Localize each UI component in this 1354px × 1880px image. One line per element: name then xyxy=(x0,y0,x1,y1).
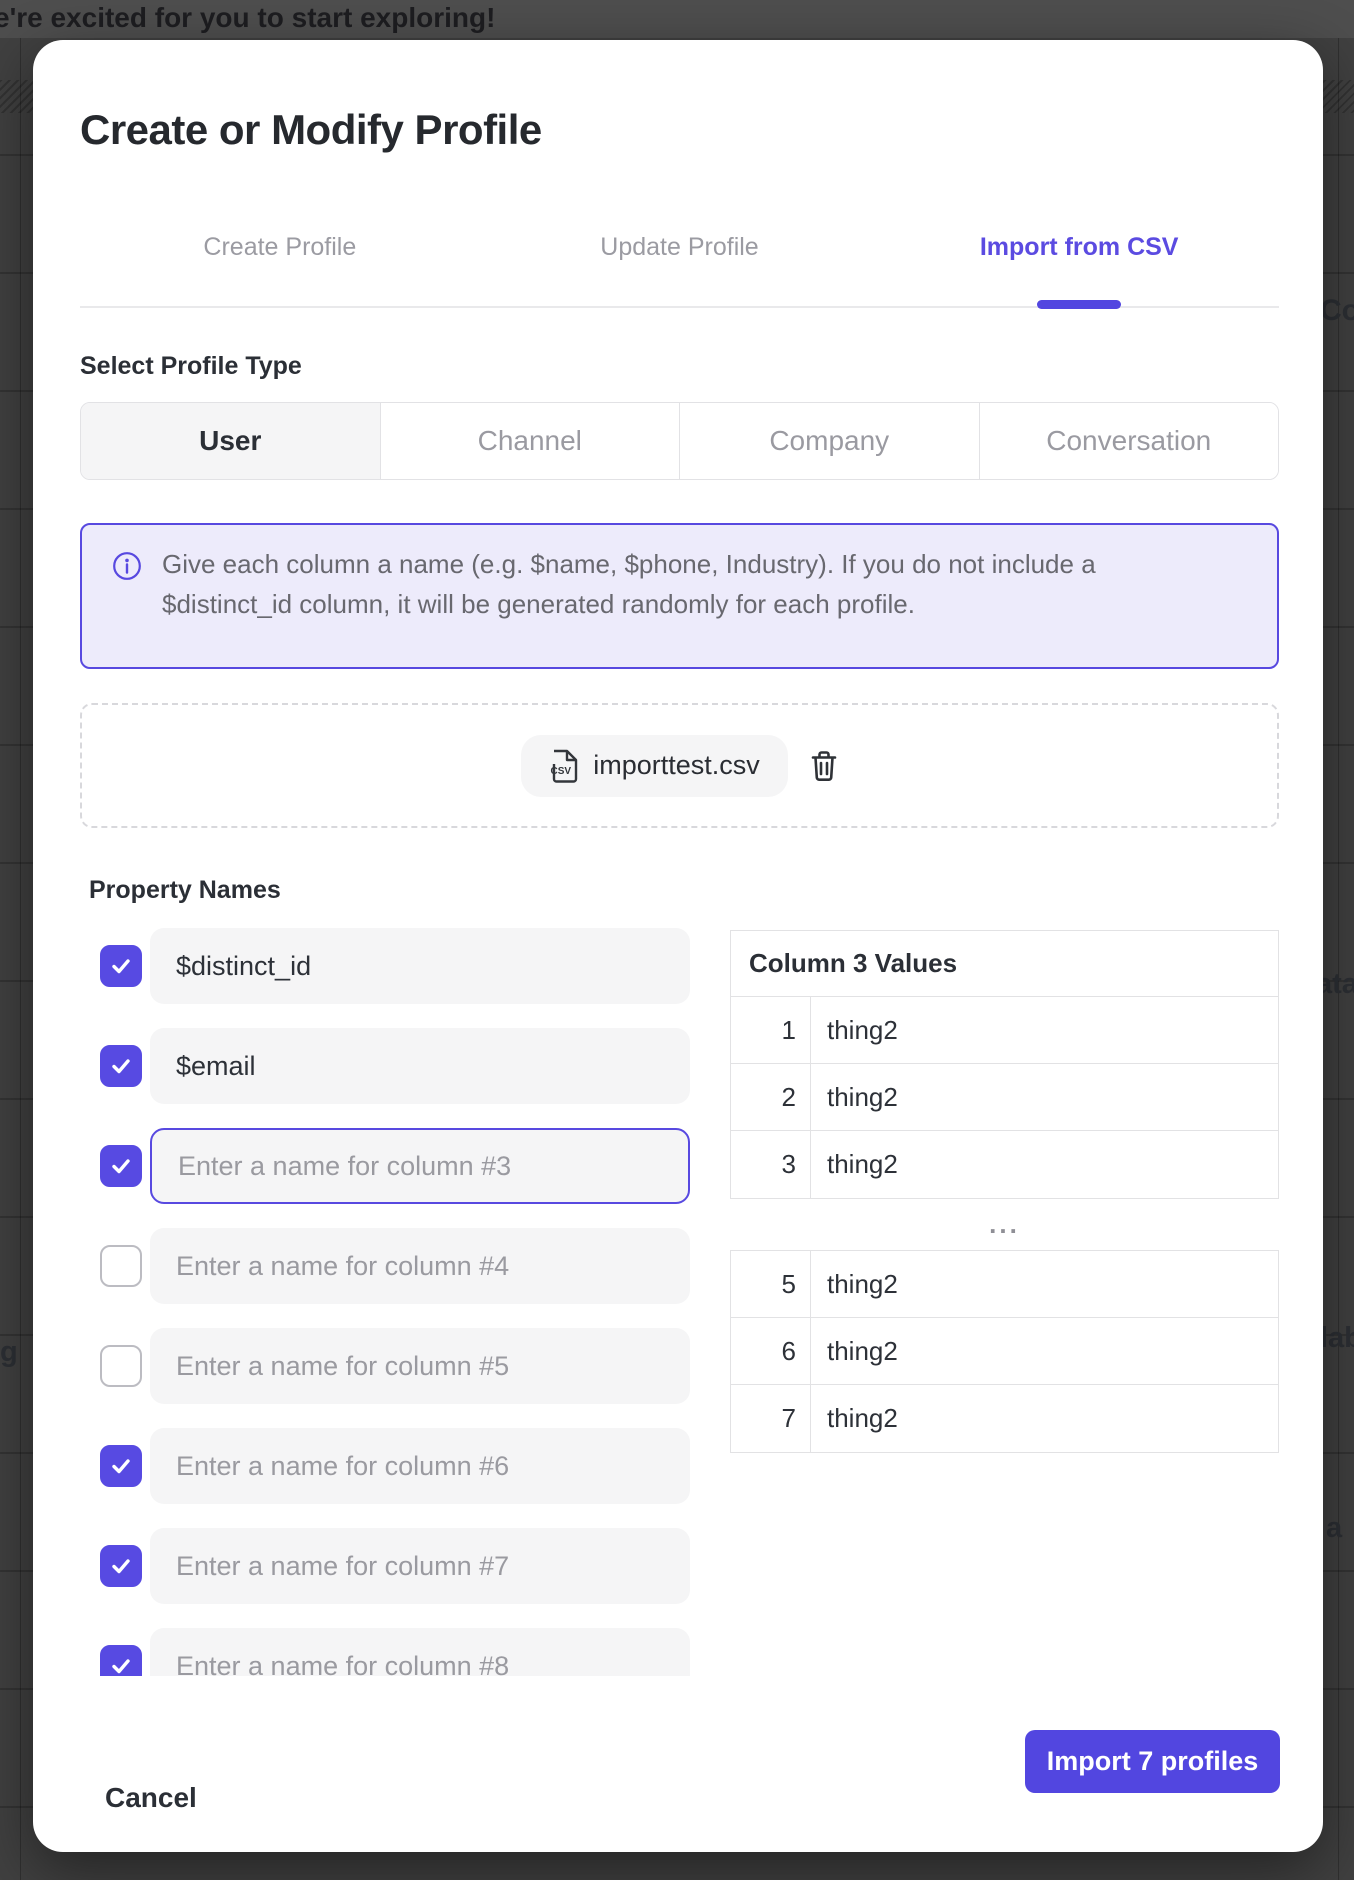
file-dropzone[interactable]: CSV importtest.csv xyxy=(80,703,1279,828)
table-row: 7 thing2 xyxy=(731,1385,1278,1452)
background-text-fragment: a xyxy=(1326,1512,1342,1545)
file-name: importtest.csv xyxy=(593,750,760,781)
column-6-name-input[interactable] xyxy=(150,1428,690,1504)
background-text-fragment: lab xyxy=(1320,1322,1354,1355)
table-row: 6 thing2 xyxy=(731,1318,1278,1385)
background-banner-text: e're excited for you to start exploring! xyxy=(0,2,495,34)
tab-update-profile[interactable]: Update Profile xyxy=(480,222,880,272)
tab-create-profile[interactable]: Create Profile xyxy=(80,222,480,272)
column-5-checkbox[interactable] xyxy=(100,1345,142,1387)
property-row xyxy=(80,928,740,1004)
column-6-checkbox[interactable] xyxy=(100,1445,142,1487)
profile-type-selector: User Channel Company Conversation xyxy=(80,402,1279,480)
row-index: 3 xyxy=(731,1131,811,1198)
column-7-name-input[interactable] xyxy=(150,1528,690,1604)
uploaded-file-chip: CSV importtest.csv xyxy=(521,735,788,797)
column-1-name-input[interactable] xyxy=(150,928,690,1004)
background-text-fragment: g xyxy=(0,1336,18,1369)
column-8-name-input[interactable] xyxy=(150,1628,690,1676)
column-2-checkbox[interactable] xyxy=(100,1045,142,1087)
preview-table-header: Column 3 Values xyxy=(731,931,1278,997)
tab-import-from-csv[interactable]: Import from CSV xyxy=(879,222,1279,272)
property-row xyxy=(80,1228,740,1304)
cancel-button[interactable]: Cancel xyxy=(105,1782,197,1814)
background-banner: e're excited for you to start exploring! xyxy=(0,0,1354,38)
background-left-strip xyxy=(0,38,33,1880)
table-row: 1 thing2 xyxy=(731,997,1278,1064)
delete-file-button[interactable] xyxy=(810,750,838,782)
property-row xyxy=(80,1128,740,1204)
segment-company[interactable]: Company xyxy=(680,403,980,479)
svg-text:CSV: CSV xyxy=(551,766,572,777)
info-icon xyxy=(112,551,142,581)
column-1-checkbox[interactable] xyxy=(100,945,142,987)
property-row xyxy=(80,1528,740,1604)
column-4-name-input[interactable] xyxy=(150,1228,690,1304)
property-rows-list xyxy=(80,900,740,1676)
property-row xyxy=(80,1628,740,1676)
property-row xyxy=(80,1328,740,1404)
trash-icon xyxy=(810,750,838,782)
column-3-name-input[interactable] xyxy=(150,1128,690,1204)
table-row: 3 thing2 xyxy=(731,1131,1278,1198)
segment-conversation[interactable]: Conversation xyxy=(980,403,1279,479)
import-profiles-button[interactable]: Import 7 profiles xyxy=(1025,1730,1280,1793)
preview-table-bottom: 5 thing2 6 thing2 7 thing2 xyxy=(730,1250,1279,1453)
row-value: thing2 xyxy=(811,1064,1278,1130)
table-rows-ellipsis: ... xyxy=(730,1199,1279,1250)
column-3-checkbox[interactable] xyxy=(100,1145,142,1187)
segment-user[interactable]: User xyxy=(81,403,381,479)
dialog-tabs: Create Profile Update Profile Import fro… xyxy=(80,222,1279,272)
column-values-preview: Column 3 Values 1 thing2 2 thing2 3 thin… xyxy=(730,930,1279,1453)
column-7-checkbox[interactable] xyxy=(100,1545,142,1587)
row-index: 5 xyxy=(731,1251,811,1317)
csv-file-icon: CSV xyxy=(549,749,579,783)
row-value: thing2 xyxy=(811,997,1278,1063)
preview-table-top: Column 3 Values 1 thing2 2 thing2 3 thin… xyxy=(730,930,1279,1199)
column-8-checkbox[interactable] xyxy=(100,1645,142,1676)
table-row: 2 thing2 xyxy=(731,1064,1278,1131)
create-or-modify-profile-dialog: Create or Modify Profile Create Profile … xyxy=(33,40,1323,1852)
info-text: Give each column a name (e.g. $name, $ph… xyxy=(162,544,1162,624)
select-profile-type-label: Select Profile Type xyxy=(80,352,302,381)
background-grid-line xyxy=(20,38,21,1880)
page-title: Create or Modify Profile xyxy=(80,106,542,154)
property-row xyxy=(80,1028,740,1104)
table-row: 5 thing2 xyxy=(731,1251,1278,1318)
property-row xyxy=(80,1428,740,1504)
row-index: 2 xyxy=(731,1064,811,1130)
row-index: 1 xyxy=(731,997,811,1063)
row-value: thing2 xyxy=(811,1131,1278,1198)
background-text-fragment: Col xyxy=(1320,294,1354,328)
column-2-name-input[interactable] xyxy=(150,1028,690,1104)
row-value: thing2 xyxy=(811,1385,1278,1452)
row-value: thing2 xyxy=(811,1318,1278,1384)
segment-channel[interactable]: Channel xyxy=(381,403,681,479)
row-index: 7 xyxy=(731,1385,811,1452)
active-tab-indicator xyxy=(1037,300,1121,309)
column-4-checkbox[interactable] xyxy=(100,1245,142,1287)
row-value: thing2 xyxy=(811,1251,1278,1317)
page-background: e're excited for you to start exploring!… xyxy=(0,0,1354,1880)
row-index: 6 xyxy=(731,1318,811,1384)
column-5-name-input[interactable] xyxy=(150,1328,690,1404)
